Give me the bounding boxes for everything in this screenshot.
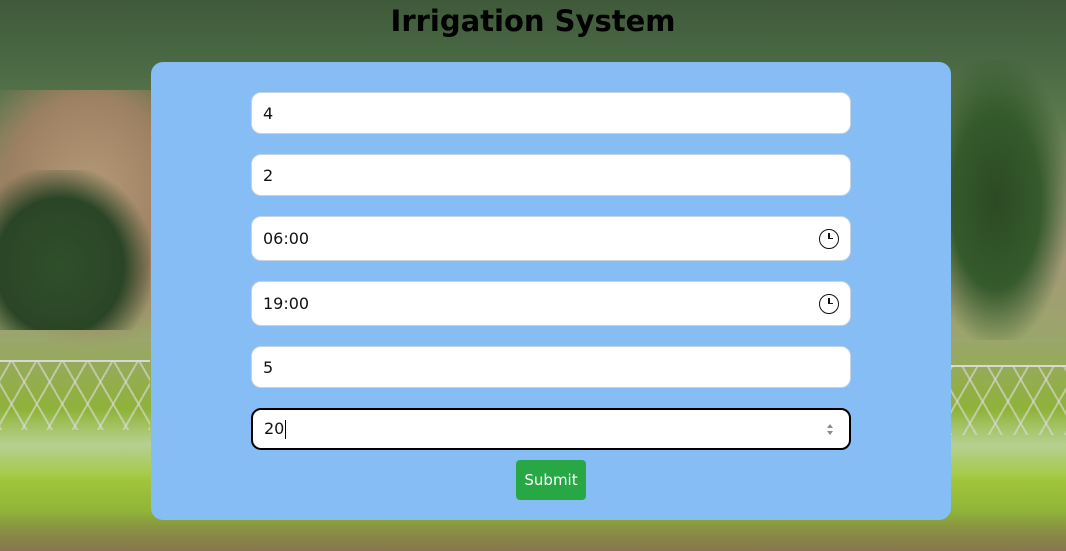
- field-1-input[interactable]: 4: [251, 92, 851, 134]
- submit-button[interactable]: Submit: [516, 460, 586, 500]
- text-caret: [285, 420, 287, 439]
- field-6-value-wrap: 20: [264, 419, 825, 439]
- end-time-input[interactable]: 19:00: [251, 281, 851, 326]
- field-2-value: 2: [263, 165, 274, 185]
- field-6-input[interactable]: 20: [251, 408, 851, 450]
- field-5-input[interactable]: 5: [251, 346, 851, 388]
- irrigation-form: 4 2 06:00 19:00 5 20 Submit: [151, 62, 951, 520]
- field-1-value: 4: [263, 103, 274, 123]
- end-time-value: 19:00: [263, 294, 310, 313]
- clock-icon[interactable]: [819, 293, 839, 314]
- chevron-up-icon[interactable]: [827, 423, 833, 428]
- start-time-input[interactable]: 06:00: [251, 216, 851, 261]
- background-trees-left: [0, 170, 150, 330]
- number-spinner[interactable]: [825, 423, 835, 435]
- field-5-value: 5: [263, 357, 274, 377]
- field-6-value: 20: [264, 419, 285, 438]
- clock-icon[interactable]: [819, 228, 839, 249]
- field-2-input[interactable]: 2: [251, 154, 851, 196]
- chevron-down-icon[interactable]: [827, 430, 833, 435]
- page-title: Irrigation System: [390, 4, 676, 38]
- start-time-value: 06:00: [263, 229, 310, 248]
